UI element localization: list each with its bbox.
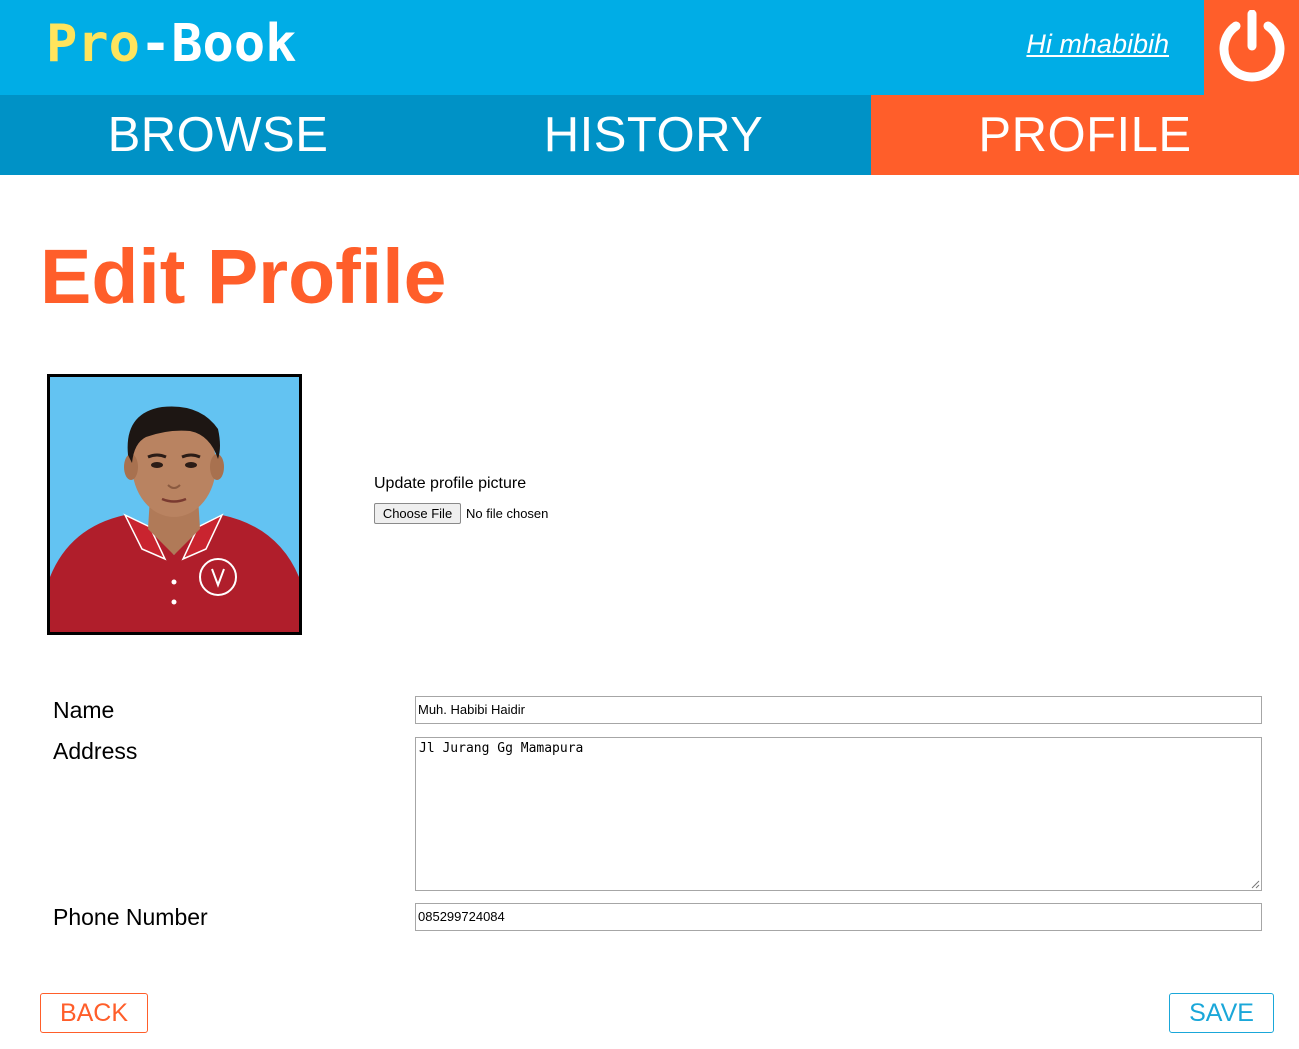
address-label: Address xyxy=(53,738,138,764)
address-field[interactable]: Jl Jurang Gg Mamapura xyxy=(415,737,1262,891)
name-label: Name xyxy=(53,697,115,723)
tab-browse[interactable]: BROWSE xyxy=(0,95,436,175)
file-picker: Choose File No file chosen xyxy=(374,503,548,524)
phone-field[interactable]: 085299724084 xyxy=(415,903,1262,931)
main-nav: BROWSE HISTORY PROFILE xyxy=(0,95,1299,175)
file-status: No file chosen xyxy=(466,506,549,521)
tab-profile[interactable]: PROFILE xyxy=(871,95,1299,175)
logo-book: -Book xyxy=(139,14,297,74)
choose-file-button[interactable]: Choose File xyxy=(374,503,461,524)
address-value: Jl Jurang Gg Mamapura xyxy=(419,741,584,756)
tab-history[interactable]: HISTORY xyxy=(436,95,871,175)
name-field[interactable]: Muh. Habibi Haidir xyxy=(415,696,1262,724)
save-button[interactable]: SAVE xyxy=(1169,993,1274,1033)
update-picture-label: Update profile picture xyxy=(374,475,527,492)
page-title: Edit Profile xyxy=(40,234,447,320)
resize-grip-icon[interactable] xyxy=(1250,879,1260,889)
avatar xyxy=(47,374,302,635)
logo-pro: Pro xyxy=(46,14,140,74)
back-button[interactable]: BACK xyxy=(40,993,148,1033)
app-header: Pro-Book Hi mhabibih xyxy=(0,0,1299,95)
profile-photo xyxy=(50,377,299,632)
app-logo[interactable]: Pro-Book xyxy=(46,14,296,74)
phone-label: Phone Number xyxy=(53,904,208,930)
power-icon xyxy=(1219,9,1284,81)
user-greeting-link[interactable]: Hi mhabibih xyxy=(1026,26,1169,62)
logout-button[interactable] xyxy=(1204,0,1299,95)
